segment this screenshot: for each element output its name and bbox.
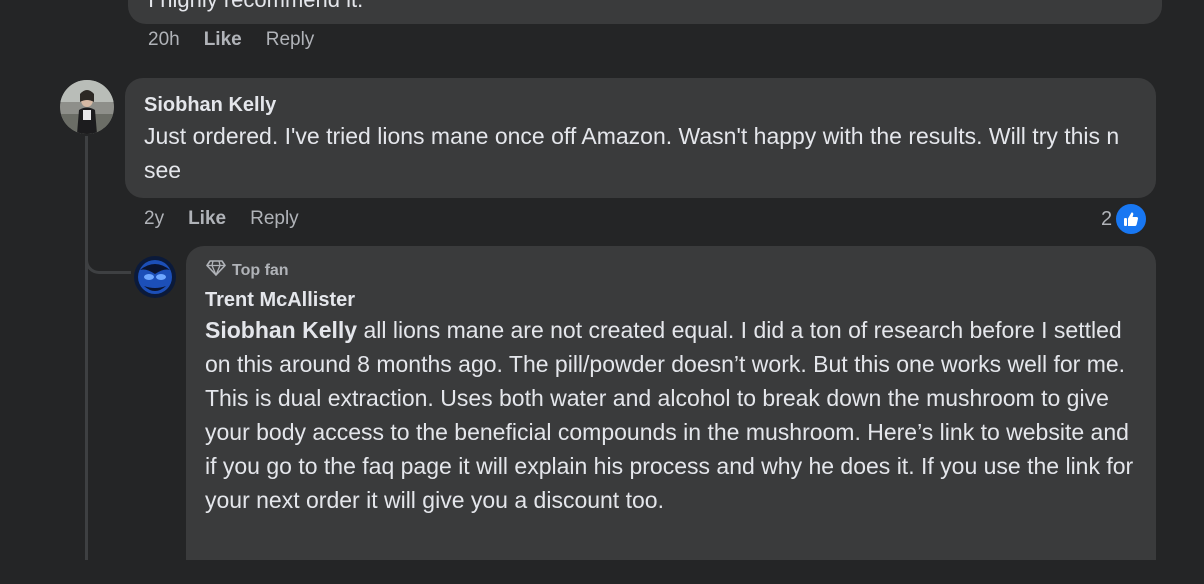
siobhan-kelly-avatar[interactable] <box>60 80 114 134</box>
top-fan-label: Top fan <box>232 261 289 279</box>
comment-author-name[interactable]: Siobhan Kelly <box>144 93 276 117</box>
previous-comment-text: I highly recommend it. <box>148 0 363 14</box>
reply-text: Siobhan Kelly all lions mane are not cre… <box>205 313 1140 517</box>
previous-comment-bubble: I highly recommend it. <box>128 0 1162 24</box>
comment-reactions[interactable]: 2 <box>1101 202 1149 236</box>
previous-comment-like-button[interactable]: Like <box>204 29 242 51</box>
reaction-count: 2 <box>1101 207 1113 230</box>
thread-connector-line <box>85 136 88 584</box>
previous-comment-actions: 20h Like Reply <box>148 29 314 51</box>
comment-bubble: Siobhan Kelly Just ordered. I've tried l… <box>125 78 1156 198</box>
thumbs-up-icon <box>1114 202 1149 236</box>
previous-comment-reply-button[interactable]: Reply <box>266 29 315 51</box>
reply-connector-elbow <box>85 236 131 274</box>
top-fan-badge: Top fan <box>206 260 289 281</box>
reply-author-name[interactable]: Trent McAllister <box>205 288 355 312</box>
comment-text: Just ordered. I've tried lions mane once… <box>144 123 1120 183</box>
trent-mcallister-avatar[interactable] <box>134 256 176 298</box>
diamond-icon <box>206 260 226 281</box>
mention-link[interactable]: Siobhan Kelly <box>205 317 357 343</box>
comment-timestamp[interactable]: 2y <box>144 208 164 230</box>
previous-comment-timestamp[interactable]: 20h <box>148 29 180 51</box>
comment-like-button[interactable]: Like <box>188 208 226 230</box>
page-bottom-edge <box>0 560 1204 584</box>
reply-text-body: all lions mane are not created equal. I … <box>205 317 1134 513</box>
comment-reply-button[interactable]: Reply <box>250 208 299 230</box>
comment-actions: 2y Like Reply <box>144 208 299 230</box>
reply-bubble: Top fan Trent McAllister Siobhan Kelly a… <box>186 246 1156 584</box>
